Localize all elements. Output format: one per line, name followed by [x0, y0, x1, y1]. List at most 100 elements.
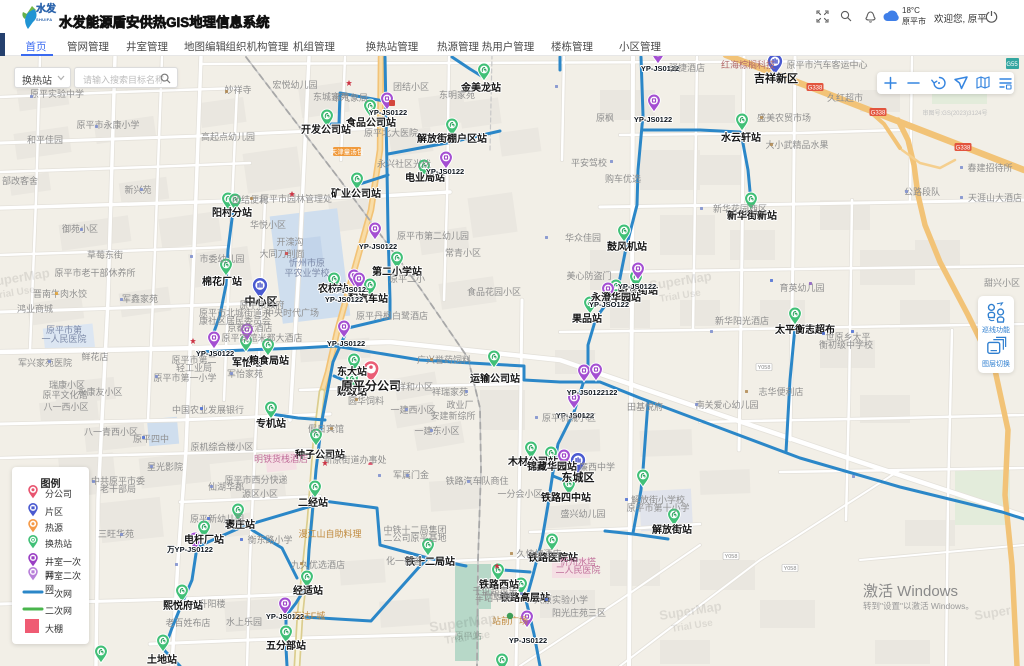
- svg-text:原平市老干部休养所: 原平市老干部休养所: [54, 267, 135, 278]
- svg-text:原平分公司: 原平分公司: [341, 378, 401, 393]
- svg-text:YP-JS0122: YP-JS0122: [359, 242, 397, 251]
- svg-text:原平丹枫白鹭酒店: 原平丹枫白鹭酒店: [356, 310, 428, 321]
- svg-text:激活 Windows: 激活 Windows: [863, 583, 958, 600]
- svg-text:军兴家苑医院: 军兴家苑医院: [18, 357, 72, 368]
- svg-text:盛兴幼儿园: 盛兴幼儿园: [560, 508, 605, 519]
- svg-text:Y058: Y058: [784, 566, 797, 572]
- svg-text:水云轩站: 水云轩站: [720, 131, 761, 144]
- svg-text:广兴誉药饲料: 广兴誉药饲料: [417, 354, 471, 365]
- svg-text:衡初级中学校: 衡初级中学校: [819, 339, 873, 350]
- svg-text:育英幼儿园: 育英幼儿园: [779, 282, 824, 293]
- svg-text:久快捷酒店: 久快捷酒店: [516, 548, 561, 559]
- svg-text:原平市西分快递: 原平市西分快递: [224, 474, 287, 485]
- svg-text:开滦沟: 开滦沟: [276, 236, 303, 247]
- svg-text:YP-JS0122: YP-JS0122: [634, 115, 672, 124]
- svg-text:政业厂: 政业厂: [446, 399, 473, 410]
- svg-text:安建新综所: 安建新综所: [430, 410, 475, 421]
- svg-text:衡东路小学: 衡东路小学: [247, 534, 292, 545]
- svg-text:矿业公司站: 矿业公司站: [331, 187, 381, 200]
- svg-text:宏悦幼儿园: 宏悦幼儿园: [272, 79, 317, 90]
- svg-text:团结小区: 团结小区: [393, 81, 429, 92]
- svg-text:志华便利店: 志华便利店: [758, 386, 803, 397]
- svg-text:二经站: 二经站: [298, 496, 328, 509]
- svg-text:YP-JS0122: YP-JS0122: [509, 636, 547, 645]
- svg-text:一分会小区: 一分会小区: [497, 488, 542, 499]
- svg-text:G338: G338: [871, 110, 886, 116]
- svg-text:YP-JS0122122: YP-JS0122122: [567, 388, 618, 397]
- svg-text:解放街棚户区站: 解放街棚户区站: [417, 132, 487, 145]
- svg-text:原平市园林管理处: 原平市园林管理处: [260, 193, 332, 204]
- svg-text:铁路四中站: 铁路四中站: [541, 491, 591, 504]
- svg-text:源区小区: 源区小区: [242, 489, 278, 499]
- svg-text:圆华饲料: 圆华饲料: [348, 395, 384, 406]
- svg-text:常青小区: 常青小区: [445, 247, 481, 258]
- svg-text:市委幼儿园: 市委幼儿园: [199, 253, 244, 264]
- svg-text:美心防盗门: 美心防盗门: [566, 270, 611, 281]
- svg-text:升阳楼: 升阳楼: [198, 598, 225, 609]
- svg-text:漫江山自助料理: 漫江山自助料理: [298, 528, 361, 539]
- svg-text:新兴苑: 新兴苑: [124, 184, 151, 195]
- svg-text:新原街道办事处: 新原街道办事处: [323, 454, 386, 465]
- svg-text:红海棕榈科技: 红海棕榈科技: [721, 59, 775, 70]
- svg-text:熙悦府站: 熙悦府站: [163, 599, 203, 612]
- svg-text:军鑫家苑: 军鑫家苑: [122, 293, 158, 304]
- svg-text:吉祥新区: 吉祥新区: [754, 71, 798, 85]
- svg-text:YP-JS0122: YP-JS0122: [327, 339, 365, 348]
- svg-text:经适站: 经适站: [293, 584, 323, 597]
- svg-text:兴原实验小学: 兴原实验小学: [534, 594, 588, 605]
- svg-text:东大站: 东大站: [337, 365, 367, 378]
- svg-text:军属门金: 军属门金: [393, 469, 429, 480]
- svg-text:铁路汽车队商住: 铁路汽车队商住: [445, 475, 508, 486]
- svg-text:鼓风机站: 鼓风机站: [607, 240, 647, 253]
- svg-text:和平佳园: 和平佳园: [27, 134, 63, 145]
- svg-text:运输公司站: 运输公司站: [470, 372, 520, 385]
- svg-text:部改客舍: 部改客舍: [2, 175, 38, 186]
- svg-text:千位超市: 千位超市: [481, 590, 517, 601]
- svg-text:原平市永康小学: 原平市永康小学: [76, 119, 139, 130]
- svg-text:平农业学校: 平农业学校: [284, 267, 329, 278]
- svg-text:原平二小: 原平二小: [389, 274, 425, 284]
- svg-text:审图号:GS(2023)3124号: 审图号:GS(2023)3124号: [922, 109, 987, 117]
- svg-text:万达F城: 万达F城: [293, 610, 326, 621]
- svg-text:晋南牛肉水饺: 晋南牛肉水饺: [33, 288, 87, 299]
- svg-text:YP-JS0122: YP-JS0122: [426, 167, 464, 176]
- svg-text:轻工业局: 轻工业局: [176, 362, 212, 373]
- svg-text:大小武精品水果: 大小武精品水果: [765, 139, 828, 150]
- svg-text:老百姓布店: 老百姓布店: [165, 617, 210, 628]
- svg-text:一人民医院: 一人民医院: [41, 333, 86, 344]
- svg-text:原枫: 原枫: [596, 112, 614, 123]
- svg-text:京都大酒店: 京都大酒店: [227, 322, 272, 333]
- svg-text:华众佳园: 华众佳园: [565, 232, 601, 243]
- svg-text:原平新幼儿园: 原平新幼儿园: [190, 513, 244, 524]
- svg-text:一建东小区: 一建东小区: [414, 425, 459, 436]
- svg-text:食品花园小区: 食品花园小区: [467, 286, 521, 297]
- svg-text:粮食局站: 粮食局站: [249, 354, 289, 367]
- svg-text:阳村分站: 阳村分站: [212, 206, 252, 219]
- svg-text:三旺华苑: 三旺华苑: [98, 528, 134, 539]
- svg-text:驿捷酒店: 驿捷酒店: [669, 62, 705, 73]
- svg-text:原平市第十小学: 原平市第十小学: [626, 502, 689, 513]
- svg-text:原平机械小区: 原平机械小区: [542, 412, 596, 423]
- svg-text:原平市第二幼儿园: 原平市第二幼儿园: [397, 230, 469, 241]
- svg-text:甜兴小区: 甜兴小区: [984, 277, 1020, 288]
- svg-text:八一西小区: 八一西小区: [43, 402, 88, 412]
- svg-text:九久优选酒店: 九久优选酒店: [291, 559, 345, 570]
- svg-text:土地站: 土地站: [147, 653, 177, 666]
- svg-text:阳光庄苑三区: 阳光庄苑三区: [552, 607, 606, 618]
- svg-text:南关爱心幼儿园: 南关爱心幼儿园: [695, 399, 758, 410]
- svg-text:老干部局: 老干部局: [100, 483, 136, 494]
- svg-text:原平实验中学: 原平实验中学: [30, 88, 84, 99]
- svg-text:原平宾馆米都大酒店: 原平宾馆米都大酒店: [221, 332, 302, 343]
- svg-text:果品站: 果品站: [571, 312, 602, 325]
- svg-text:田基悦府: 田基悦府: [627, 401, 663, 412]
- svg-text:水上乐园: 水上乐园: [226, 616, 262, 627]
- svg-text:中央时代广场: 中央时代广场: [265, 307, 319, 318]
- svg-text:专机站: 专机站: [256, 417, 286, 430]
- svg-text:东城家苑: 东城家苑: [313, 91, 349, 102]
- svg-text:原平市第一小学: 原平市第一小学: [153, 372, 216, 383]
- svg-text:二公司原平基地: 二公司原平基地: [383, 532, 446, 543]
- svg-text:假日宾馆: 假日宾馆: [308, 423, 344, 434]
- svg-text:YP-JS0122: YP-JS0122: [369, 108, 407, 117]
- svg-text:G55: G55: [1006, 62, 1018, 68]
- svg-text:一建西小区: 一建西小区: [390, 404, 435, 415]
